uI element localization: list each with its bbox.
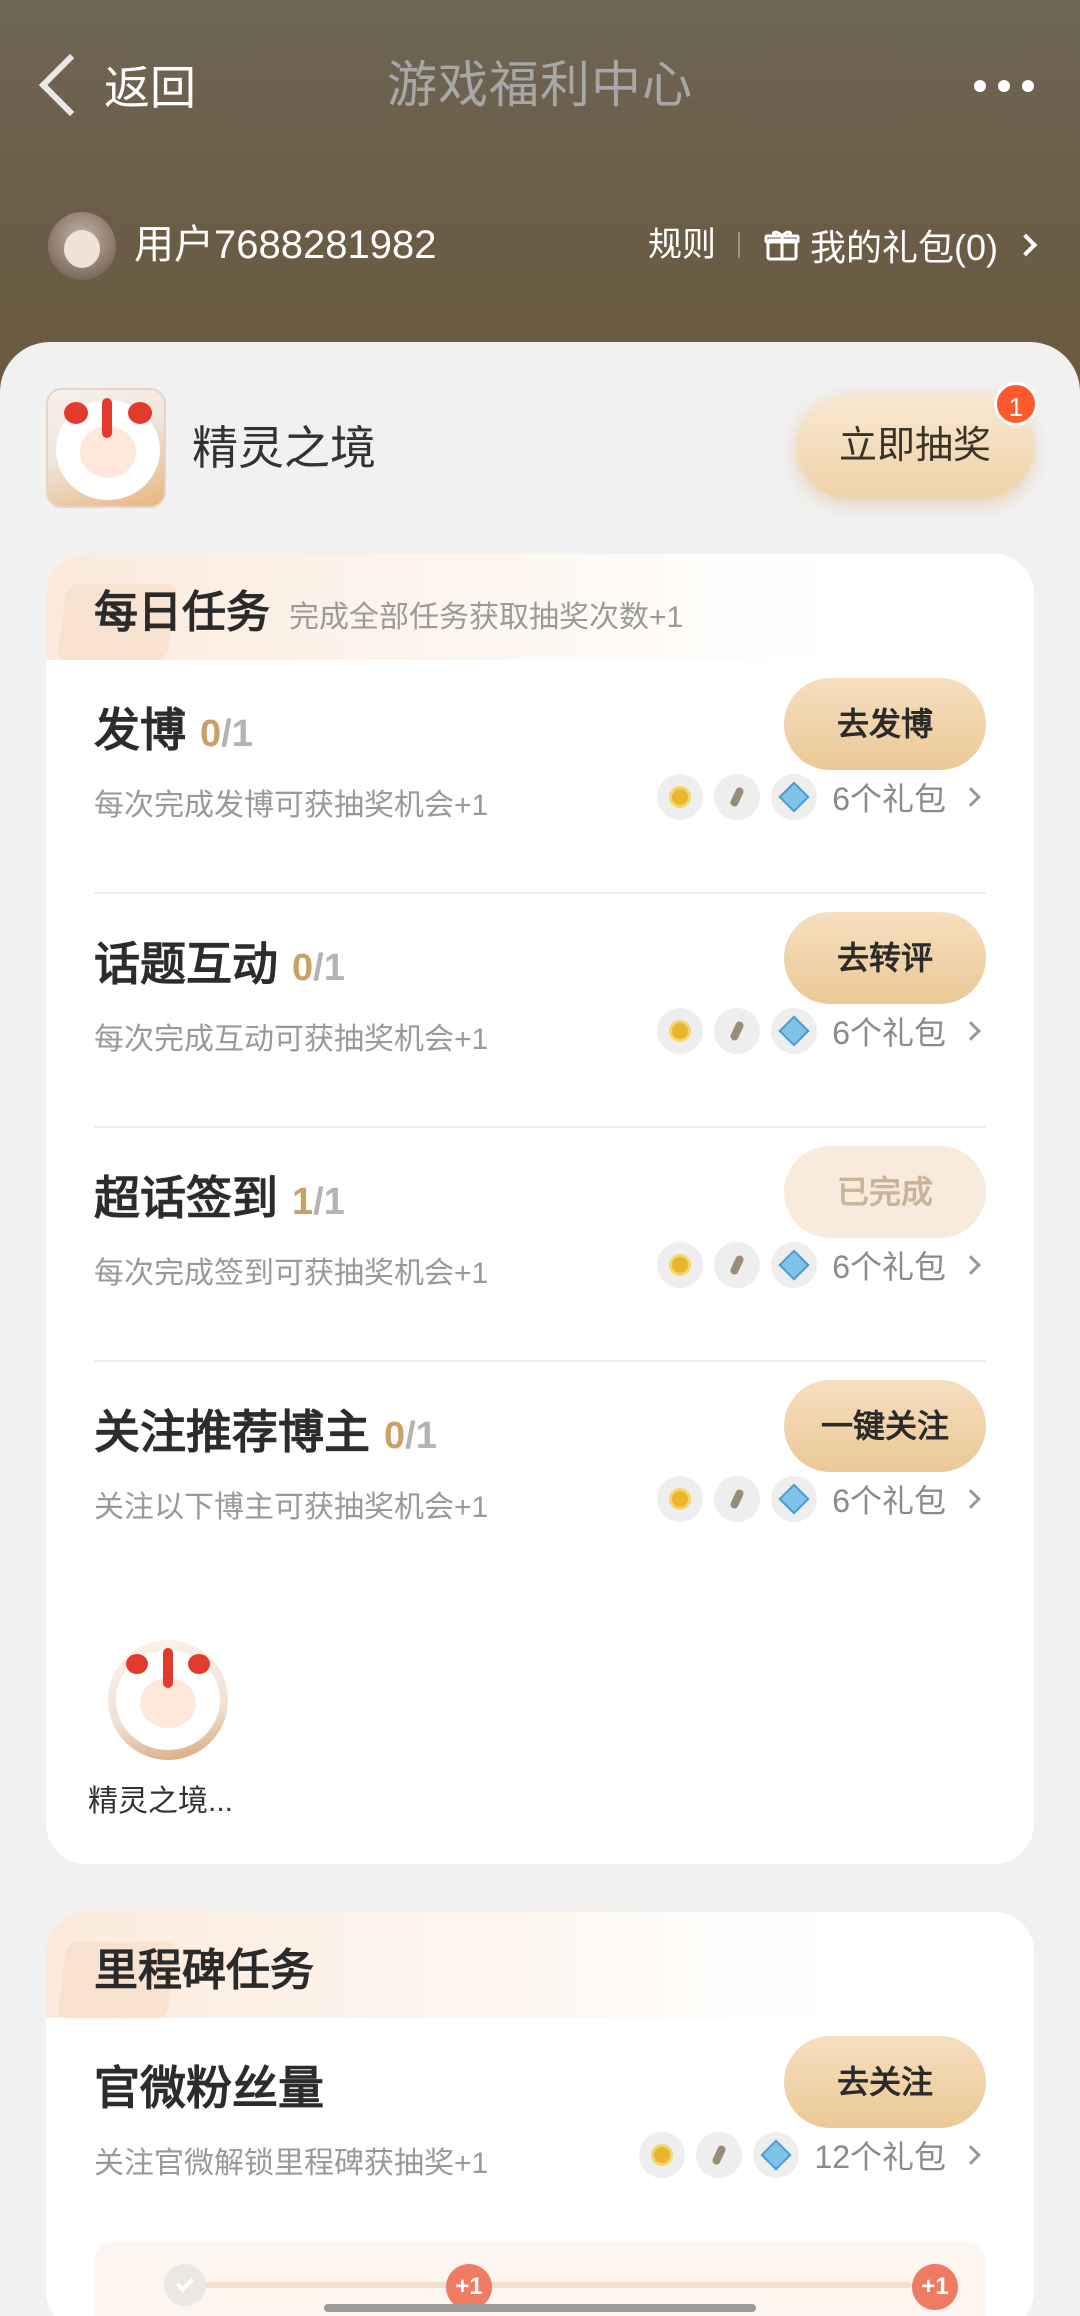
task-row: 超话签到 1/1 每次完成签到可获抽奖机会+1 已完成 6个礼包 bbox=[94, 1128, 986, 1362]
more-dots-icon[interactable] bbox=[974, 80, 1034, 92]
user-bar: 用户7688281982 规则 我的礼包(0) bbox=[0, 200, 1080, 290]
rewards-count: 6个礼包 bbox=[832, 1015, 946, 1051]
game-icon bbox=[46, 388, 166, 508]
home-indicator bbox=[324, 2304, 756, 2312]
coin-icon bbox=[639, 2132, 686, 2178]
feather-icon bbox=[714, 1008, 761, 1054]
daily-tasks-subtitle: 完成全部任务获取抽奖次数+1 bbox=[289, 601, 684, 634]
check-icon bbox=[164, 2264, 206, 2306]
progress-current: 1 bbox=[292, 1181, 314, 1223]
task-completed-button: 已完成 bbox=[784, 1146, 986, 1238]
rewards-link[interactable]: 6个礼包 bbox=[657, 1006, 986, 1056]
task-title: 超话签到 bbox=[94, 1172, 278, 1224]
task-action-button[interactable]: 去发博 bbox=[784, 678, 986, 770]
task-title: 发博 bbox=[94, 704, 186, 756]
my-gifts-label: 我的礼包(0) bbox=[810, 227, 998, 268]
chevron-right-icon bbox=[961, 2145, 981, 2165]
progress-total: /1 bbox=[405, 1415, 437, 1457]
feather-icon bbox=[714, 1476, 761, 1522]
task-row: 关注推荐博主 0/1 关注以下博主可获抽奖机会+1 一键关注 6个礼包 bbox=[94, 1362, 986, 1596]
feather-icon bbox=[714, 774, 761, 820]
progress-total: /1 bbox=[313, 1181, 345, 1223]
milestone-title: 里程碑任务 bbox=[94, 1946, 314, 1995]
daily-tasks-card: 每日任务 完成全部任务获取抽奖次数+1 发博 0/1 每次完成发博可获抽奖机会+1… bbox=[46, 554, 1034, 1864]
card-header: 里程碑任务 bbox=[46, 1912, 1034, 2018]
progress-total: /1 bbox=[221, 713, 253, 755]
chevron-right-icon bbox=[961, 1021, 981, 1041]
task-title: 关注推荐博主 bbox=[94, 1406, 370, 1458]
coin-icon bbox=[657, 1476, 704, 1522]
blogger-name: 精灵之境... bbox=[88, 1785, 234, 1818]
coin-icon bbox=[657, 1242, 704, 1288]
task-title: 话题互动 bbox=[94, 938, 278, 990]
draw-now-label: 立即抽奖 bbox=[838, 425, 991, 467]
task-description: 关注以下博主可获抽奖机会+1 bbox=[94, 1491, 489, 1524]
chevron-right-icon bbox=[961, 787, 981, 807]
page-title: 游戏福利中心 bbox=[387, 57, 693, 113]
my-gifts-link[interactable]: 我的礼包(0) bbox=[764, 200, 1038, 290]
task-description: 每次完成签到可获抽奖机会+1 bbox=[94, 1257, 489, 1290]
task-progress: 0/1 bbox=[292, 947, 345, 989]
progress-track bbox=[182, 2282, 912, 2288]
progress-current: 0 bbox=[200, 713, 222, 755]
chevron-right-icon bbox=[961, 1489, 981, 1509]
chevron-right-icon bbox=[961, 1255, 981, 1275]
rewards-count: 6个礼包 bbox=[832, 1249, 946, 1285]
rewards-link[interactable]: 6个礼包 bbox=[657, 772, 986, 822]
task-name: 话题互动 0/1 bbox=[94, 928, 345, 994]
task-action-button[interactable]: 去转评 bbox=[784, 912, 986, 1004]
rewards-link[interactable]: 12个礼包 bbox=[639, 2130, 986, 2180]
rewards-count: 6个礼包 bbox=[832, 781, 946, 817]
task-description: 每次完成发博可获抽奖机会+1 bbox=[94, 789, 489, 822]
main-sheet: 精灵之境 立即抽奖 1 每日任务 完成全部任务获取抽奖次数+1 发博 0/1 每次… bbox=[0, 342, 1080, 2316]
rewards-link[interactable]: 6个礼包 bbox=[657, 1240, 986, 1290]
task-title: 官微粉丝量 bbox=[94, 2062, 324, 2114]
follow-all-button[interactable]: 一键关注 bbox=[784, 1380, 986, 1472]
rewards-count: 6个礼包 bbox=[832, 1483, 946, 1519]
task-description: 关注官微解锁里程碑获抽奖+1 bbox=[94, 2147, 489, 2180]
task-row: 官微粉丝量 关注官微解锁里程碑获抽奖+1 去关注 12个礼包 bbox=[94, 2018, 986, 2252]
task-progress: 1/1 bbox=[292, 1181, 345, 1223]
task-row: 话题互动 0/1 每次完成互动可获抽奖机会+1 去转评 6个礼包 bbox=[94, 894, 986, 1128]
game-name: 精灵之境 bbox=[192, 422, 376, 474]
task-progress: 0/1 bbox=[200, 713, 253, 755]
blogger-avatar[interactable] bbox=[108, 1640, 228, 1760]
notification-badge: 1 bbox=[994, 382, 1038, 426]
follow-official-button[interactable]: 去关注 bbox=[784, 2036, 986, 2128]
feather-icon bbox=[714, 1242, 761, 1288]
chevron-right-icon bbox=[1014, 233, 1038, 257]
nav-bar: 返回 游戏福利中心 bbox=[0, 40, 1080, 130]
username: 用户7688281982 bbox=[134, 223, 437, 267]
card-header: 每日任务 完成全部任务获取抽奖次数+1 bbox=[46, 554, 1034, 660]
recommended-blogger[interactable]: 精灵之境... bbox=[88, 1640, 248, 1820]
rewards-count: 12个礼包 bbox=[814, 2139, 946, 2175]
coin-icon bbox=[657, 774, 704, 820]
rules-link[interactable]: 规则 bbox=[648, 200, 716, 290]
progress-current: 0 bbox=[384, 1415, 406, 1457]
coin-icon bbox=[657, 1008, 704, 1054]
task-progress: 0/1 bbox=[384, 1415, 437, 1457]
gem-icon bbox=[771, 1242, 818, 1288]
task-description: 每次完成互动可获抽奖机会+1 bbox=[94, 1023, 489, 1056]
milestone-node: +1 bbox=[912, 2264, 958, 2310]
feather-icon bbox=[696, 2132, 743, 2178]
game-row: 精灵之境 立即抽奖 1 bbox=[46, 382, 1038, 508]
gem-icon bbox=[771, 774, 818, 820]
task-row: 发博 0/1 每次完成发博可获抽奖机会+1 去发博 6个礼包 bbox=[94, 660, 986, 894]
progress-current: 0 bbox=[292, 947, 314, 989]
draw-now-button[interactable]: 立即抽奖 1 bbox=[796, 382, 1038, 498]
rewards-link[interactable]: 6个礼包 bbox=[657, 1474, 986, 1524]
daily-tasks-title: 每日任务 bbox=[94, 588, 270, 637]
gem-icon bbox=[771, 1008, 818, 1054]
milestone-tasks-card: 里程碑任务 官微粉丝量 关注官微解锁里程碑获抽奖+1 去关注 12个礼包 +1 … bbox=[46, 1912, 1034, 2316]
avatar[interactable] bbox=[48, 212, 116, 280]
divider bbox=[738, 232, 740, 258]
gem-icon bbox=[753, 2132, 800, 2178]
gem-icon bbox=[771, 1476, 818, 1522]
progress-total: /1 bbox=[313, 947, 345, 989]
task-name: 关注推荐博主 0/1 bbox=[94, 1396, 437, 1462]
gift-icon bbox=[764, 230, 800, 261]
task-name: 超话签到 1/1 bbox=[94, 1162, 345, 1228]
task-name: 发博 0/1 bbox=[94, 694, 253, 760]
